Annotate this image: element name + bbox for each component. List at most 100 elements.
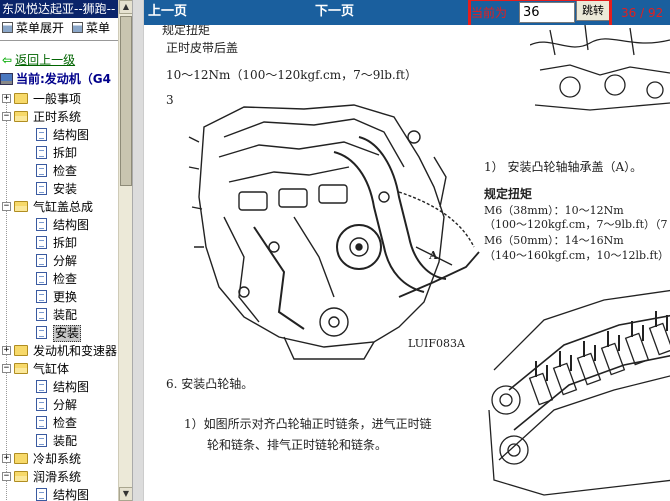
collapse-icon[interactable]: −	[2, 202, 11, 211]
right-step-1: 1） 安装凸轮轴轴承盖（A）。	[484, 160, 643, 174]
document-icon	[36, 146, 47, 159]
document-icon	[36, 308, 47, 321]
tree-page[interactable]: 安装	[0, 324, 118, 342]
tree-folder[interactable]: + 发动机和变速器	[0, 342, 118, 360]
collapse-icon[interactable]: −	[2, 472, 11, 481]
divider	[0, 40, 118, 42]
document-icon	[36, 488, 47, 501]
tree-page-label: 装配	[53, 434, 78, 448]
tree-page[interactable]: 结构图	[0, 126, 118, 144]
folder-icon	[14, 345, 28, 356]
menu-icon	[2, 22, 13, 33]
tree-folder[interactable]: − 气缸体	[0, 360, 118, 378]
collapse-icon[interactable]: −	[2, 112, 11, 121]
tree-page-label: 检查	[53, 272, 78, 286]
step-6-text-1: 1）如图所示对齐凸轮轴正时链条，进气正时链	[184, 417, 432, 431]
tree-folder-label: 冷却系统	[33, 452, 82, 466]
tree-folder-label: 一般事项	[33, 92, 82, 106]
step-6-text-2: 轮和链条、排气正时链轮和链条。	[207, 438, 388, 452]
tree-page[interactable]: 检查	[0, 162, 118, 180]
spec-item: 正时皮带后盖	[166, 41, 239, 55]
document-icon	[36, 236, 47, 249]
tree-page-label: 分解	[53, 254, 78, 268]
tree-page-label: 结构图	[53, 488, 90, 501]
tree-page[interactable]: 结构图	[0, 486, 118, 501]
document-icon	[36, 380, 47, 393]
document-icon	[36, 182, 47, 195]
expand-icon[interactable]: +	[2, 454, 11, 463]
tree-folder-label: 润滑系统	[33, 470, 82, 484]
tree-page-label: 检查	[53, 164, 78, 178]
tree-page-label: 检查	[53, 416, 78, 430]
expand-icon[interactable]: +	[2, 94, 11, 103]
tree-page[interactable]: 拆卸	[0, 234, 118, 252]
tree-folder-label: 气缸盖总成	[33, 200, 94, 214]
tree-page[interactable]: 拆卸	[0, 144, 118, 162]
tree-folder-label: 正时系统	[33, 110, 82, 124]
page-nav-bar: 上一页 下一页 当前为 跳转 36 / 92	[144, 0, 670, 34]
right-spec-2b: （140～160kgf.cm，10～12lb.ft）	[484, 249, 670, 262]
left-panel: 东风悦达起亚--狮跑-- 菜单展开 菜单 ⇦ 返回上一级 当前:发动机（G4 + 一般…	[0, 0, 118, 501]
tree-page[interactable]: 检查	[0, 414, 118, 432]
arrow-left-icon: ⇦	[2, 53, 13, 67]
folder-icon	[14, 93, 28, 104]
tree-page-label: 安装	[53, 182, 78, 196]
tree-page[interactable]: 装配	[0, 432, 118, 450]
document-icon	[36, 254, 47, 267]
tree-folder[interactable]: + 冷却系统	[0, 450, 118, 468]
tree-page-label: 拆卸	[53, 236, 78, 250]
tree-folder[interactable]: − 润滑系统	[0, 468, 118, 486]
folder-icon	[14, 111, 28, 122]
tree-folder[interactable]: + 一般事项	[0, 90, 118, 108]
tree-page[interactable]: 更换	[0, 288, 118, 306]
next-page-button[interactable]: 下一页	[315, 3, 354, 21]
scroll-up-button[interactable]: ▲	[119, 0, 133, 14]
expand-icon[interactable]: +	[2, 346, 11, 355]
tree-scrollbar[interactable]: ▲ ▼	[118, 0, 133, 501]
engine-figure-top-right	[530, 25, 670, 111]
figure-label-a: A	[429, 249, 438, 262]
page-counter: 36 / 92	[621, 6, 664, 20]
document-page: 规定扭矩 正时皮带后盖 10～12Nm（100～120kgf.cm，7～9lb.…	[144, 25, 670, 501]
step-number: 3	[166, 93, 174, 107]
panel-title: 东风悦达起亚--狮跑--	[0, 0, 118, 18]
right-spec-1b: （100～120kgf.cm，7～9lb.ft）（7	[484, 218, 668, 231]
menu-expand-button[interactable]: 菜单展开	[2, 19, 64, 37]
tree-folder[interactable]: − 气缸盖总成	[0, 198, 118, 216]
document-icon	[36, 272, 47, 285]
tree-page-label: 结构图	[53, 128, 90, 142]
document-icon	[36, 416, 47, 429]
tree-page[interactable]: 分解	[0, 252, 118, 270]
camshaft-figure	[488, 289, 670, 496]
tree-page[interactable]: 装配	[0, 306, 118, 324]
tree-page[interactable]: 结构图	[0, 378, 118, 396]
spec-value: 10～12Nm（100～120kgf.cm，7～9lb.ft）	[166, 68, 417, 82]
collapse-icon[interactable]: −	[2, 364, 11, 373]
scroll-thumb[interactable]	[120, 16, 132, 186]
splitter[interactable]	[132, 0, 144, 501]
tree-folder-label: 发动机和变速器	[33, 344, 118, 358]
tree-page-label: 结构图	[53, 380, 90, 394]
tree-page[interactable]: 分解	[0, 396, 118, 414]
prev-page-button[interactable]: 上一页	[148, 3, 187, 21]
tree-page-label: 更换	[53, 290, 78, 304]
bearing-cap	[552, 362, 578, 396]
document-icon	[36, 218, 47, 231]
bearing-cap	[600, 342, 626, 376]
menu-collapse-button[interactable]: 菜单	[72, 19, 110, 37]
tree-page[interactable]: 检查	[0, 270, 118, 288]
document-icon	[36, 290, 47, 303]
tree-page-label: 结构图	[53, 218, 90, 232]
figure-code: LUIF083A	[408, 337, 465, 350]
step-6: 6. 安装凸轮轴。	[166, 377, 254, 391]
document-icon	[36, 398, 47, 411]
right-spec-2: M6（50mm）：14～16Nm	[484, 234, 624, 247]
tree-page[interactable]: 结构图	[0, 216, 118, 234]
scroll-down-button[interactable]: ▼	[119, 487, 133, 501]
tree-page[interactable]: 安装	[0, 180, 118, 198]
menu-icon	[72, 22, 84, 33]
computer-icon	[0, 73, 13, 85]
tree-page-label: 安装	[53, 325, 82, 342]
back-link[interactable]: ⇦ 返回上一级	[2, 53, 75, 67]
tree-folder[interactable]: − 正时系统	[0, 108, 118, 126]
